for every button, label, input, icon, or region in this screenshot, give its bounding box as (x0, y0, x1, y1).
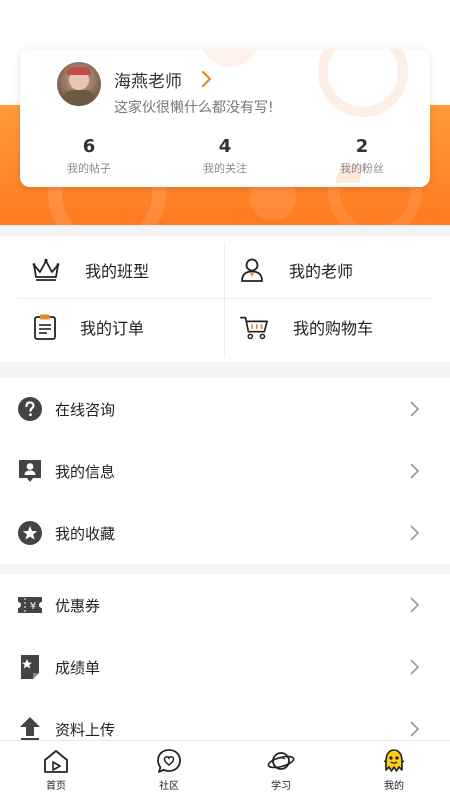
stat-following[interactable]: 4 我的关注 (185, 137, 265, 176)
tab-study[interactable]: 学习 (251, 747, 311, 792)
stat-label: 我的帖子 (67, 162, 111, 175)
quick-link-my-cart[interactable]: 我的购物车 (239, 299, 373, 355)
cart-icon (239, 312, 269, 342)
stat-value: 2 (355, 136, 369, 157)
chevron-right-icon (410, 525, 420, 541)
tab-label: 我的 (384, 781, 404, 792)
coupon-icon: ¥ (17, 592, 43, 618)
chevron-right-icon (410, 597, 420, 613)
menu-item-transcript[interactable]: 成绩单 (0, 636, 450, 698)
stat-posts[interactable]: 6 我的帖子 (49, 137, 129, 176)
menu-item-label: 我的信息 (55, 462, 116, 481)
menu-item-label: 在线咨询 (55, 400, 116, 419)
menu-item-upload[interactable]: 资料上传 (0, 698, 450, 740)
tab-home[interactable]: 首页 (26, 747, 86, 792)
tab-label: 学习 (271, 781, 291, 792)
quick-link-my-orders[interactable]: 我的订单 (30, 299, 144, 355)
chevron-right-icon (410, 721, 420, 737)
community-icon (157, 749, 181, 773)
crown-icon (31, 255, 61, 285)
tab-mine[interactable]: 我的 (364, 747, 424, 792)
menu-item-online-consult[interactable]: 在线咨询 (0, 378, 450, 440)
menu-group-service: 在线咨询 我的信息 我的收藏 (0, 378, 450, 564)
profile-bio: 这家伙很懒什么都没有写! (114, 100, 274, 116)
chevron-right-icon[interactable] (196, 68, 218, 90)
menu-item-label: 资料上传 (55, 720, 116, 739)
chevron-right-icon (410, 463, 420, 479)
stat-followers[interactable]: 2 我的粉丝 (322, 137, 402, 176)
quick-link-label: 我的订单 (80, 319, 145, 338)
planet-icon (267, 752, 295, 770)
user-message-icon (17, 458, 43, 484)
report-icon (17, 654, 43, 680)
upload-icon (17, 716, 43, 740)
bottom-tab-bar: 首页 社区 学习 我的 (0, 740, 450, 801)
menu-item-my-favorites[interactable]: 我的收藏 (0, 502, 450, 564)
stat-label: 我的关注 (203, 162, 247, 175)
quick-link-my-teacher[interactable]: 我的老师 (237, 242, 353, 298)
stat-value: 4 (218, 136, 232, 157)
home-icon (44, 750, 68, 773)
quick-link-my-class[interactable]: 我的班型 (31, 242, 149, 298)
question-circle-icon (17, 396, 43, 422)
chevron-right-icon (410, 659, 420, 675)
profile-card[interactable]: 海燕老师 这家伙很懒什么都没有写! 6 我的帖子 4 我的关注 2 我的粉丝 (20, 49, 430, 187)
teacher-icon (237, 255, 267, 285)
menu-group-tools: ¥ 优惠券 成绩单 资料上传 (0, 574, 450, 740)
stat-value: 6 (82, 136, 96, 157)
tab-community[interactable]: 社区 (139, 747, 199, 792)
svg-text:¥: ¥ (30, 601, 36, 612)
tab-label: 首页 (46, 781, 66, 792)
menu-item-label: 我的收藏 (55, 524, 116, 543)
quick-link-label: 我的购物车 (293, 319, 374, 338)
avatar[interactable] (57, 62, 101, 106)
mascot-icon (383, 749, 405, 772)
menu-item-label: 优惠券 (55, 596, 101, 615)
profile-name[interactable]: 海燕老师 (114, 67, 182, 92)
clipboard-icon (30, 312, 60, 342)
menu-item-coupons[interactable]: ¥ 优惠券 (0, 574, 450, 636)
stat-label: 我的粉丝 (340, 162, 384, 175)
menu-item-my-info[interactable]: 我的信息 (0, 440, 450, 502)
quick-link-label: 我的班型 (85, 262, 150, 281)
chevron-right-icon (410, 401, 420, 417)
menu-item-label: 成绩单 (55, 658, 101, 677)
tab-label: 社区 (159, 781, 179, 792)
star-circle-icon (17, 520, 43, 546)
quick-link-label: 我的老师 (289, 262, 354, 281)
quick-links-panel: 我的班型 我的老师 我的订单 我的购物车 (0, 236, 450, 362)
divider (224, 242, 225, 358)
